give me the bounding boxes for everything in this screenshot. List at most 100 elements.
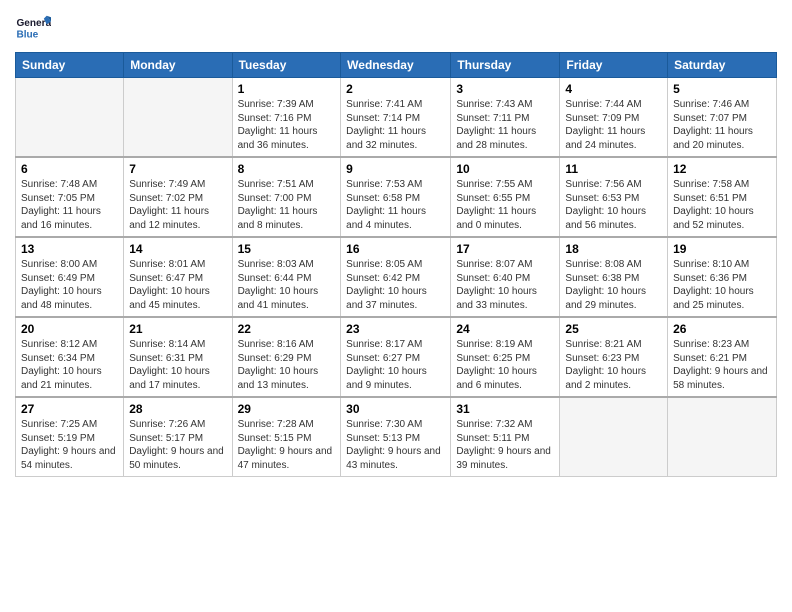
day-info: Sunrise: 8:23 AMSunset: 6:21 PMDaylight:… (673, 338, 771, 392)
day-number: 17 (456, 242, 554, 256)
day-info: Sunrise: 7:25 AMSunset: 5:19 PMDaylight:… (21, 418, 118, 472)
daylight-text: Daylight: 10 hours and 33 minutes. (456, 286, 537, 311)
day-info: Sunrise: 8:14 AMSunset: 6:31 PMDaylight:… (129, 338, 226, 392)
sunrise-text: Sunrise: 7:55 AM (456, 179, 532, 190)
day-number: 20 (21, 322, 118, 336)
sunrise-text: Sunrise: 7:25 AM (21, 419, 97, 430)
day-info: Sunrise: 7:43 AMSunset: 7:11 PMDaylight:… (456, 98, 554, 152)
sunset-text: Sunset: 6:25 PM (456, 353, 530, 364)
sunrise-text: Sunrise: 8:00 AM (21, 259, 97, 270)
daylight-text: Daylight: 11 hours and 0 minutes. (456, 206, 536, 231)
calendar-day-cell: 29 Sunrise: 7:28 AMSunset: 5:15 PMDayligh… (232, 397, 341, 477)
day-number: 21 (129, 322, 226, 336)
day-number: 4 (565, 82, 662, 96)
daylight-text: Daylight: 10 hours and 21 minutes. (21, 366, 102, 391)
day-info: Sunrise: 8:07 AM Sunset: 6:40 PM Daylight:… (456, 258, 554, 312)
day-number: 10 (456, 162, 554, 176)
day-info: Sunrise: 7:56 AMSunset: 6:53 PMDaylight:… (565, 178, 662, 232)
day-number: 13 (21, 242, 118, 256)
page: General Blue Sunday Monday Tuesday Wedne… (0, 0, 792, 612)
day-info: Sunrise: 7:28 AMSunset: 5:15 PMDaylight:… (238, 418, 336, 472)
calendar-day-cell: 24Sunrise: 8:19 AMSunset: 6:25 PMDayligh… (451, 317, 560, 397)
daylight-text: Daylight: 9 hours and 50 minutes. (129, 446, 224, 471)
day-info: Sunrise: 8:10 AMSunset: 6:36 PMDaylight:… (673, 258, 771, 312)
day-info: Sunrise: 7:58 AMSunset: 6:51 PMDaylight:… (673, 178, 771, 232)
calendar-day-cell: 27 Sunrise: 7:25 AMSunset: 5:19 PMDayligh… (16, 397, 124, 477)
daylight-text: Daylight: 10 hours and 2 minutes. (565, 366, 646, 391)
day-number: 25 (565, 322, 662, 336)
day-number: 28 (129, 402, 226, 416)
sunrise-text: Sunrise: 8:07 AM (456, 259, 532, 270)
calendar-day-cell: 23Sunrise: 8:17 AMSunset: 6:27 PMDayligh… (341, 317, 451, 397)
sunrise-text: Sunrise: 7:41 AM (346, 99, 422, 110)
header-tuesday: Tuesday (232, 53, 341, 78)
sunset-text: Sunset: 6:38 PM (565, 273, 639, 284)
sunset-text: Sunset: 6:40 PM (456, 273, 530, 284)
day-number: 1 (238, 82, 336, 96)
daylight-text: Daylight: 9 hours and 47 minutes. (238, 446, 333, 471)
sunrise-text: Sunrise: 7:44 AM (565, 99, 641, 110)
day-info: Sunrise: 7:46 AMSunset: 7:07 PMDaylight:… (673, 98, 771, 152)
header-thursday: Thursday (451, 53, 560, 78)
daylight-text: Daylight: 9 hours and 39 minutes. (456, 446, 551, 471)
daylight-text: Daylight: 10 hours and 6 minutes. (456, 366, 537, 391)
sunset-text: Sunset: 7:07 PM (673, 113, 747, 124)
day-number: 6 (21, 162, 118, 176)
sunrise-text: Sunrise: 7:43 AM (456, 99, 532, 110)
day-info: Sunrise: 8:05 AMSunset: 6:42 PMDaylight:… (346, 258, 445, 312)
daylight-text: Daylight: 11 hours and 12 minutes. (129, 206, 209, 231)
day-info: Sunrise: 8:00 AMSunset: 6:49 PMDaylight:… (21, 258, 118, 312)
sunset-text: Sunset: 5:13 PM (346, 433, 420, 444)
day-info: Sunrise: 7:48 AMSunset: 7:05 PMDaylight:… (21, 178, 118, 232)
calendar-day-cell: 3Sunrise: 7:43 AMSunset: 7:11 PMDaylight… (451, 78, 560, 158)
day-number: 12 (673, 162, 771, 176)
daylight-text: Daylight: 11 hours and 32 minutes. (346, 126, 426, 151)
day-info: Sunrise: 8:03 AMSunset: 6:44 PMDaylight:… (238, 258, 336, 312)
sunrise-text: Sunrise: 8:21 AM (565, 339, 641, 350)
calendar-day-cell: 1Sunrise: 7:39 AMSunset: 7:16 PMDaylight… (232, 78, 341, 158)
calendar-week-row: 13 Sunrise: 8:00 AMSunset: 6:49 PMDayligh… (16, 237, 777, 317)
day-info: Sunrise: 7:41 AMSunset: 7:14 PMDaylight:… (346, 98, 445, 152)
day-number: 15 (238, 242, 336, 256)
day-number: 9 (346, 162, 445, 176)
sunrise-text: Sunrise: 7:53 AM (346, 179, 422, 190)
sunrise-text: Sunrise: 7:58 AM (673, 179, 749, 190)
day-number: 11 (565, 162, 662, 176)
calendar-day-cell: 13 Sunrise: 8:00 AMSunset: 6:49 PMDayligh… (16, 237, 124, 317)
calendar-day-cell: 21 Sunrise: 8:14 AMSunset: 6:31 PMDayligh… (124, 317, 232, 397)
calendar-day-cell: 17 Sunrise: 8:07 AM Sunset: 6:40 PM Dayligh… (451, 237, 560, 317)
calendar-day-cell: 26Sunrise: 8:23 AMSunset: 6:21 PMDayligh… (668, 317, 777, 397)
daylight-text: Daylight: 10 hours and 48 minutes. (21, 286, 102, 311)
day-info: Sunrise: 8:19 AMSunset: 6:25 PMDaylight:… (456, 338, 554, 392)
calendar-day-cell: 22Sunrise: 8:16 AMSunset: 6:29 PMDayligh… (232, 317, 341, 397)
daylight-text: Daylight: 10 hours and 13 minutes. (238, 366, 319, 391)
calendar-day-cell: 19Sunrise: 8:10 AMSunset: 6:36 PMDayligh… (668, 237, 777, 317)
day-info: Sunrise: 7:55 AMSunset: 6:55 PMDaylight:… (456, 178, 554, 232)
sunset-text: Sunset: 7:09 PM (565, 113, 639, 124)
calendar-day-cell: 20Sunrise: 8:12 AMSunset: 6:34 PMDayligh… (16, 317, 124, 397)
sunset-text: Sunset: 6:29 PM (238, 353, 312, 364)
sunset-text: Sunset: 5:11 PM (456, 433, 529, 444)
sunrise-text: Sunrise: 8:12 AM (21, 339, 97, 350)
sunrise-text: Sunrise: 7:32 AM (456, 419, 532, 430)
calendar-week-row: 27 Sunrise: 7:25 AMSunset: 5:19 PMDayligh… (16, 397, 777, 477)
day-number: 29 (238, 402, 336, 416)
daylight-text: Daylight: 10 hours and 25 minutes. (673, 286, 754, 311)
calendar-day-cell: 4Sunrise: 7:44 AMSunset: 7:09 PMDaylight… (560, 78, 668, 158)
calendar-week-row: 6 Sunrise: 7:48 AMSunset: 7:05 PMDaylight… (16, 157, 777, 237)
sunset-text: Sunset: 6:27 PM (346, 353, 420, 364)
calendar-day-cell: 9 Sunrise: 7:53 AMSunset: 6:58 PMDaylight… (341, 157, 451, 237)
day-number: 27 (21, 402, 118, 416)
calendar-day-cell: 8Sunrise: 7:51 AMSunset: 7:00 PMDaylight… (232, 157, 341, 237)
calendar-header-row: Sunday Monday Tuesday Wednesday Thursday… (16, 53, 777, 78)
day-number: 5 (673, 82, 771, 96)
calendar-day-cell: 16Sunrise: 8:05 AMSunset: 6:42 PMDayligh… (341, 237, 451, 317)
calendar-day-cell: 10 Sunrise: 7:55 AMSunset: 6:55 PMDayligh… (451, 157, 560, 237)
day-info: Sunrise: 8:17 AMSunset: 6:27 PMDaylight:… (346, 338, 445, 392)
sunrise-text: Sunrise: 7:39 AM (238, 99, 314, 110)
sunrise-text: Sunrise: 7:46 AM (673, 99, 749, 110)
calendar-day-cell: 6 Sunrise: 7:48 AMSunset: 7:05 PMDaylight… (16, 157, 124, 237)
day-number: 2 (346, 82, 445, 96)
day-info: Sunrise: 7:53 AMSunset: 6:58 PMDaylight:… (346, 178, 445, 232)
daylight-text: Daylight: 10 hours and 37 minutes. (346, 286, 427, 311)
